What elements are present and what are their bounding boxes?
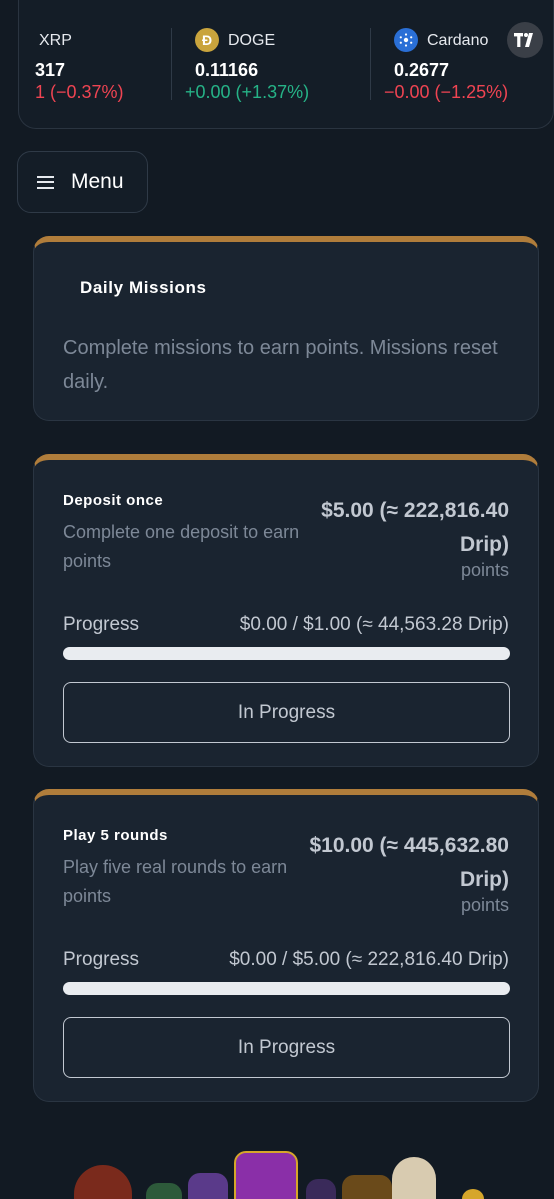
ticker-change: +0.00 (+1.37%) (185, 82, 310, 102)
ticker-name: DOGE (228, 32, 276, 49)
daily-missions-card: Daily Missions Complete missions to earn… (33, 236, 539, 421)
zeus-character-icon (392, 1157, 436, 1199)
ticker-name: Cardano (427, 32, 489, 49)
progress-value: $0.00 / $5.00 (≈ 222,816.40 Drip) (229, 949, 509, 970)
crypto-ticker[interactable]: XRP 317 1 (−0.37%) Ð DOGE 0.11166 +0.00 … (18, 0, 554, 129)
daily-missions-description: Complete missions to earn points. Missio… (63, 337, 498, 393)
mission-card-deposit-once: Deposit once Complete one deposit to ear… (33, 454, 539, 767)
menu-label: Menu (71, 170, 124, 193)
daily-missions-title: Daily Missions (80, 278, 207, 297)
game-tile-icon (306, 1179, 336, 1199)
ticker-name: XRP (39, 32, 72, 49)
ticker-divider (370, 28, 371, 100)
games-promo-banner[interactable] (60, 1140, 500, 1199)
progress-value: $0.00 / $1.00 (≈ 44,563.28 Drip) (239, 614, 509, 635)
game-tile-icon (188, 1173, 228, 1199)
ticker-price: 0.11166 (195, 60, 259, 80)
mission-description: Play five real rounds to earn points (63, 857, 288, 906)
ticker-divider (171, 28, 172, 100)
mission-status-button[interactable]: In Progress (63, 682, 510, 743)
game-logo-icon (234, 1151, 298, 1199)
cardano-coin-icon (394, 28, 418, 52)
mission-reward: $5.00 (≈ 222,816.40 Drip) (321, 499, 509, 556)
mission-reward-unit: points (460, 895, 509, 915)
ticker-price: 0.2677 (394, 60, 450, 80)
hamburger-icon (37, 175, 54, 189)
game-tile-icon (146, 1183, 182, 1199)
progress-label: Progress (63, 614, 140, 635)
warrior-character-icon (74, 1165, 132, 1199)
progress-bar (63, 647, 510, 660)
ticker-change: −0.00 (−1.25%) (384, 82, 509, 102)
tradingview-logo-icon[interactable] (507, 22, 543, 58)
menu-button[interactable]: Menu (17, 151, 148, 213)
progress-label: Progress (63, 949, 140, 970)
game-tile-icon (342, 1175, 392, 1199)
progress-bar (63, 982, 510, 995)
coins-icon (462, 1189, 484, 1199)
mission-description: Complete one deposit to earn points (63, 522, 300, 571)
mission-card-play-5-rounds: Play 5 rounds Play five real rounds to e… (33, 789, 539, 1102)
mission-title: Deposit once (63, 492, 164, 509)
mission-reward: $10.00 (≈ 445,632.80 Drip) (309, 834, 509, 891)
mission-reward-unit: points (460, 560, 509, 580)
ticker-price: 317 (35, 60, 66, 80)
ticker-change: 1 (−0.37%) (35, 82, 124, 102)
mission-title: Play 5 rounds (63, 827, 168, 844)
doge-coin-icon: Ð (195, 28, 219, 52)
mission-status-button[interactable]: In Progress (63, 1017, 510, 1078)
